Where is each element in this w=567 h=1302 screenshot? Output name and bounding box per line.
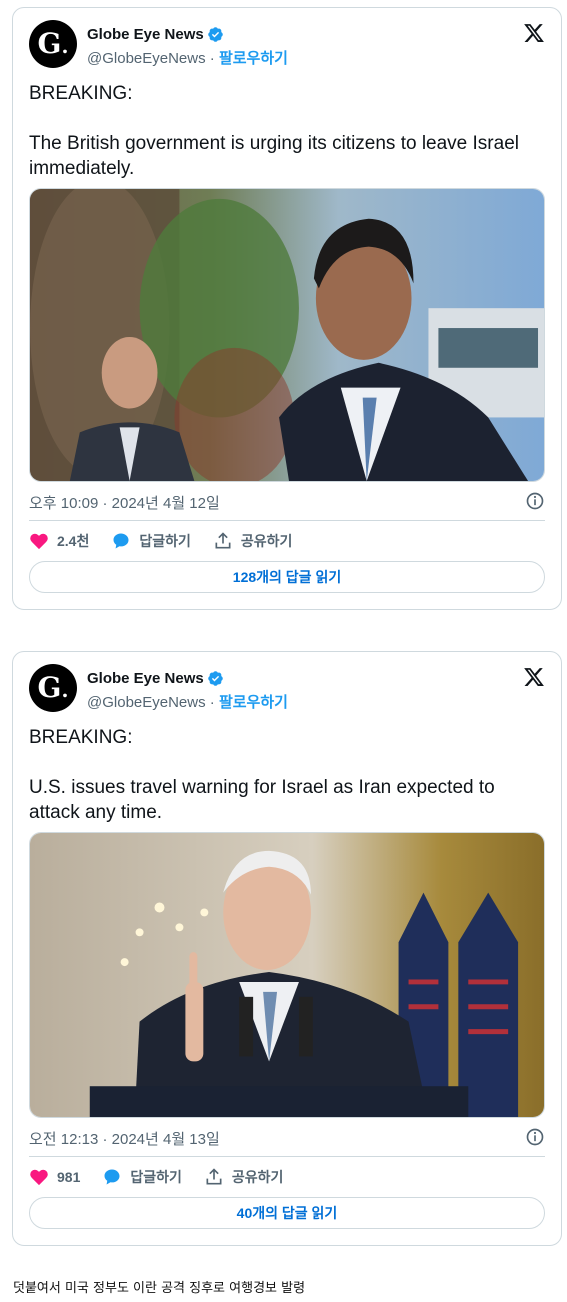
reply-button[interactable]: 답글하기 — [111, 531, 191, 551]
share-button[interactable]: 공유하기 — [213, 531, 293, 551]
footer-note: 덧붙여서 미국 정부도 이란 공격 징후로 여행경보 발령 — [13, 1281, 306, 1296]
tweet-header: G. Globe Eye News @GlobeEyeNews · 팔로우하기 — [29, 664, 545, 714]
tweet-photo[interactable] — [29, 188, 545, 482]
reply-bubble-icon — [113, 533, 129, 549]
avatar[interactable]: G. — [29, 20, 77, 68]
tweet-actions: 2.4천 답글하기 공유하기 — [29, 529, 545, 553]
info-icon[interactable] — [525, 1127, 545, 1147]
like-count: 2.4천 — [57, 533, 90, 549]
follow-button[interactable]: 팔로우하기 — [219, 694, 288, 711]
tweet-meta: 오후 10:09 · 2024년 4월 12일 — [29, 492, 545, 513]
reply-bubble-icon — [104, 1169, 120, 1185]
share-label: 공유하기 — [240, 533, 293, 549]
tweet-header: G. Globe Eye News @GlobeEyeNews · 팔로우하기 — [29, 20, 545, 70]
tweet-photo[interactable] — [29, 832, 545, 1118]
photo-speaker-podium — [30, 833, 544, 1117]
heart-icon — [30, 533, 48, 550]
author-name-row: Globe Eye News — [87, 668, 224, 688]
like-button[interactable]: 981 — [29, 1167, 80, 1187]
share-icon — [215, 532, 231, 549]
heart-icon — [30, 1169, 48, 1186]
like-button[interactable]: 2.4천 — [29, 531, 89, 551]
separator: · — [205, 50, 219, 67]
verified-badge-icon — [207, 26, 223, 42]
avatar[interactable]: G. — [29, 664, 77, 712]
like-count: 981 — [57, 1169, 81, 1185]
tweet-meta: 오전 12:13 · 2024년 4월 13일 — [29, 1128, 545, 1149]
photo-speaker-outdoors — [30, 189, 544, 481]
divider — [29, 1156, 545, 1157]
x-logo-icon[interactable] — [523, 22, 545, 44]
author-name-row: Globe Eye News — [87, 24, 224, 44]
share-label: 공유하기 — [231, 1169, 284, 1185]
tweet-actions: 981 답글하기 공유하기 — [29, 1165, 545, 1189]
author-handle[interactable]: @GlobeEyeNews — [87, 50, 206, 67]
verified-badge-icon — [207, 670, 223, 686]
tweet-card[interactable]: G. Globe Eye News @GlobeEyeNews · 팔로우하기 … — [12, 7, 562, 610]
divider — [29, 520, 545, 521]
info-icon[interactable] — [525, 491, 545, 511]
tweet-timestamp[interactable]: 오전 12:13 · 2024년 4월 13일 — [29, 1131, 220, 1148]
author-display-name[interactable]: Globe Eye News — [87, 670, 204, 687]
separator: · — [205, 694, 219, 711]
author-handle-row: @GlobeEyeNews · 팔로우하기 — [87, 691, 288, 712]
read-replies-button[interactable]: 40개의 답글 읽기 — [29, 1197, 545, 1229]
reply-label: 답글하기 — [130, 1169, 182, 1185]
reply-button[interactable]: 답글하기 — [102, 1167, 182, 1187]
share-icon — [206, 1168, 222, 1185]
author-handle-row: @GlobeEyeNews · 팔로우하기 — [87, 47, 288, 68]
tweet-timestamp[interactable]: 오후 10:09 · 2024년 4월 12일 — [29, 495, 220, 512]
follow-button[interactable]: 팔로우하기 — [219, 50, 288, 67]
read-replies-button[interactable]: 128개의 답글 읽기 — [29, 561, 545, 593]
share-button[interactable]: 공유하기 — [204, 1167, 284, 1187]
tweet-card[interactable]: G. Globe Eye News @GlobeEyeNews · 팔로우하기 … — [12, 651, 562, 1246]
tweet-text: BREAKING: The British government is urgi… — [29, 83, 519, 179]
author-handle[interactable]: @GlobeEyeNews — [87, 694, 206, 711]
author-display-name[interactable]: Globe Eye News — [87, 26, 204, 43]
reply-label: 답글하기 — [139, 533, 191, 549]
tweet-text: BREAKING: U.S. issues travel warning for… — [29, 727, 495, 823]
x-logo-icon[interactable] — [523, 666, 545, 688]
